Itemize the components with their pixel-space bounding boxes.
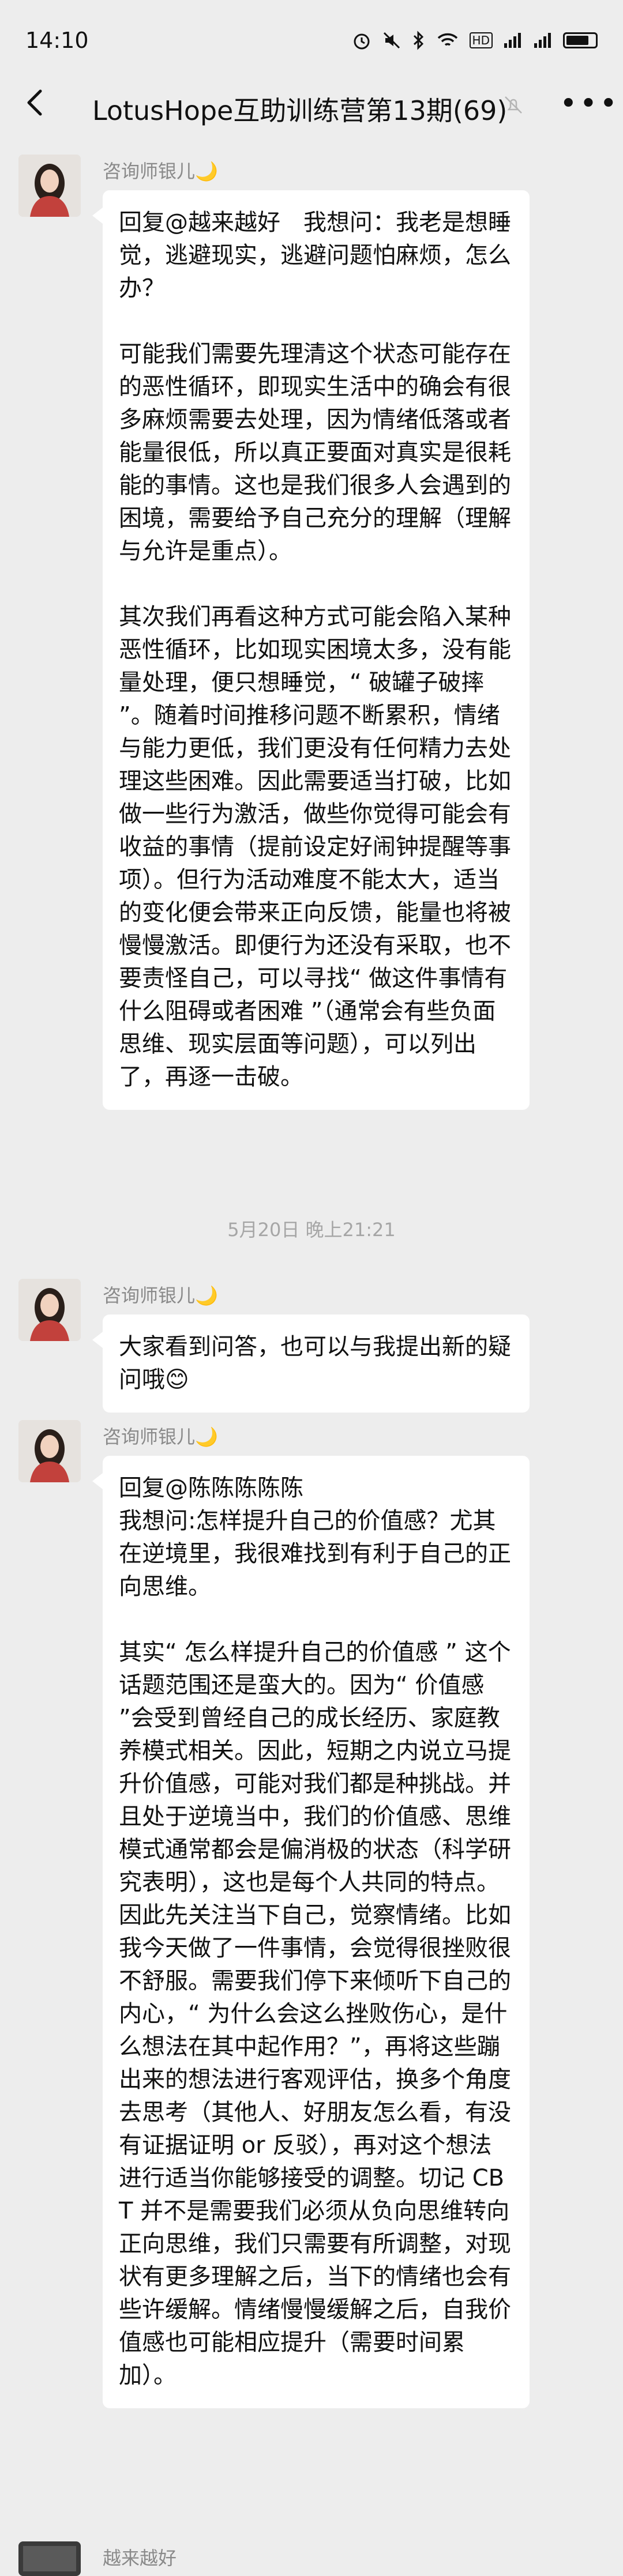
chat-title: LotusHope互助训练营第13期(69) <box>92 95 508 126</box>
alarm-icon <box>354 33 370 50</box>
battery-icon <box>563 32 598 48</box>
hd-icon: HD <box>469 32 493 48</box>
message-text: 回复@陈陈陈陈陈 我想问:怎样提升自己的价值感？尤其在逆境里，我很难找到有利于自… <box>119 1475 511 1600</box>
signal-icon <box>534 33 551 48</box>
bell-mute-icon <box>505 96 522 114</box>
chevron-left-icon[interactable] <box>18 85 53 120</box>
avatar[interactable] <box>18 1279 81 1341</box>
message-bubble[interactable]: 回复@越来越好 我想问：我老是想睡觉，逃避现实，逃避问题怕麻烦，怎么办？ 可能我… <box>92 190 530 1110</box>
message-text: 大家看到问答，也可以与我提出新的疑问哦😊 <box>119 1334 511 1393</box>
avatar-image <box>18 1279 81 1341</box>
avatar-image <box>18 2541 81 2576</box>
avatar[interactable] <box>18 2541 81 2576</box>
message-bubble[interactable]: 回复@陈陈陈陈陈 我想问:怎样提升自己的价值感？尤其在逆境里，我很难找到有利于自… <box>92 1456 530 2408</box>
message-bubble[interactable]: 大家看到问答，也可以与我提出新的疑问哦😊 <box>92 1315 530 1413</box>
mute-icon <box>383 32 400 49</box>
status-time: 14:10 <box>25 28 89 53</box>
chat-header: LotusHope互助训练营第13期(69) ••• <box>0 69 623 138</box>
message-text: 其次我们再看这种方式可能会陷入某种恶性循环，比如现实困境太多，没有能量处理，便只… <box>119 604 511 1090</box>
message-text: 可能我们需要先理清这个状态可能存在的恶性循环，即现实生活中的确会有很多麻烦需要去… <box>119 341 511 564</box>
sender-name: 咨询师银儿🌙 <box>103 1285 218 1306</box>
message-text: 回复@越来越好 我想问：我老是想睡觉，逃避现实，逃避问题怕麻烦，怎么办？ <box>119 209 511 302</box>
sender-name: 咨询师银儿🌙 <box>103 160 218 182</box>
sender-name: 越来越好 <box>103 2547 177 2569</box>
wifi-icon <box>437 33 457 46</box>
avatar-image <box>18 1420 81 1482</box>
avatar[interactable] <box>18 155 81 217</box>
message-text: 其实“ 怎么样提升自己的价值感 ” 这个话题范围还是蛮大的。因为“ 价值感 ”会… <box>119 1639 511 2389</box>
status-bar: 14:10 HD <box>0 0 623 81</box>
signal-icon <box>504 33 521 48</box>
avatar-image <box>18 155 81 217</box>
more-icon[interactable]: ••• <box>560 86 620 121</box>
time-separator: 5月20日 晚上21:21 <box>227 1219 396 1241</box>
avatar[interactable] <box>18 1420 81 1482</box>
bluetooth-icon <box>413 31 423 50</box>
status-icons: HD <box>352 31 598 50</box>
sender-name: 咨询师银儿🌙 <box>103 1426 218 1448</box>
